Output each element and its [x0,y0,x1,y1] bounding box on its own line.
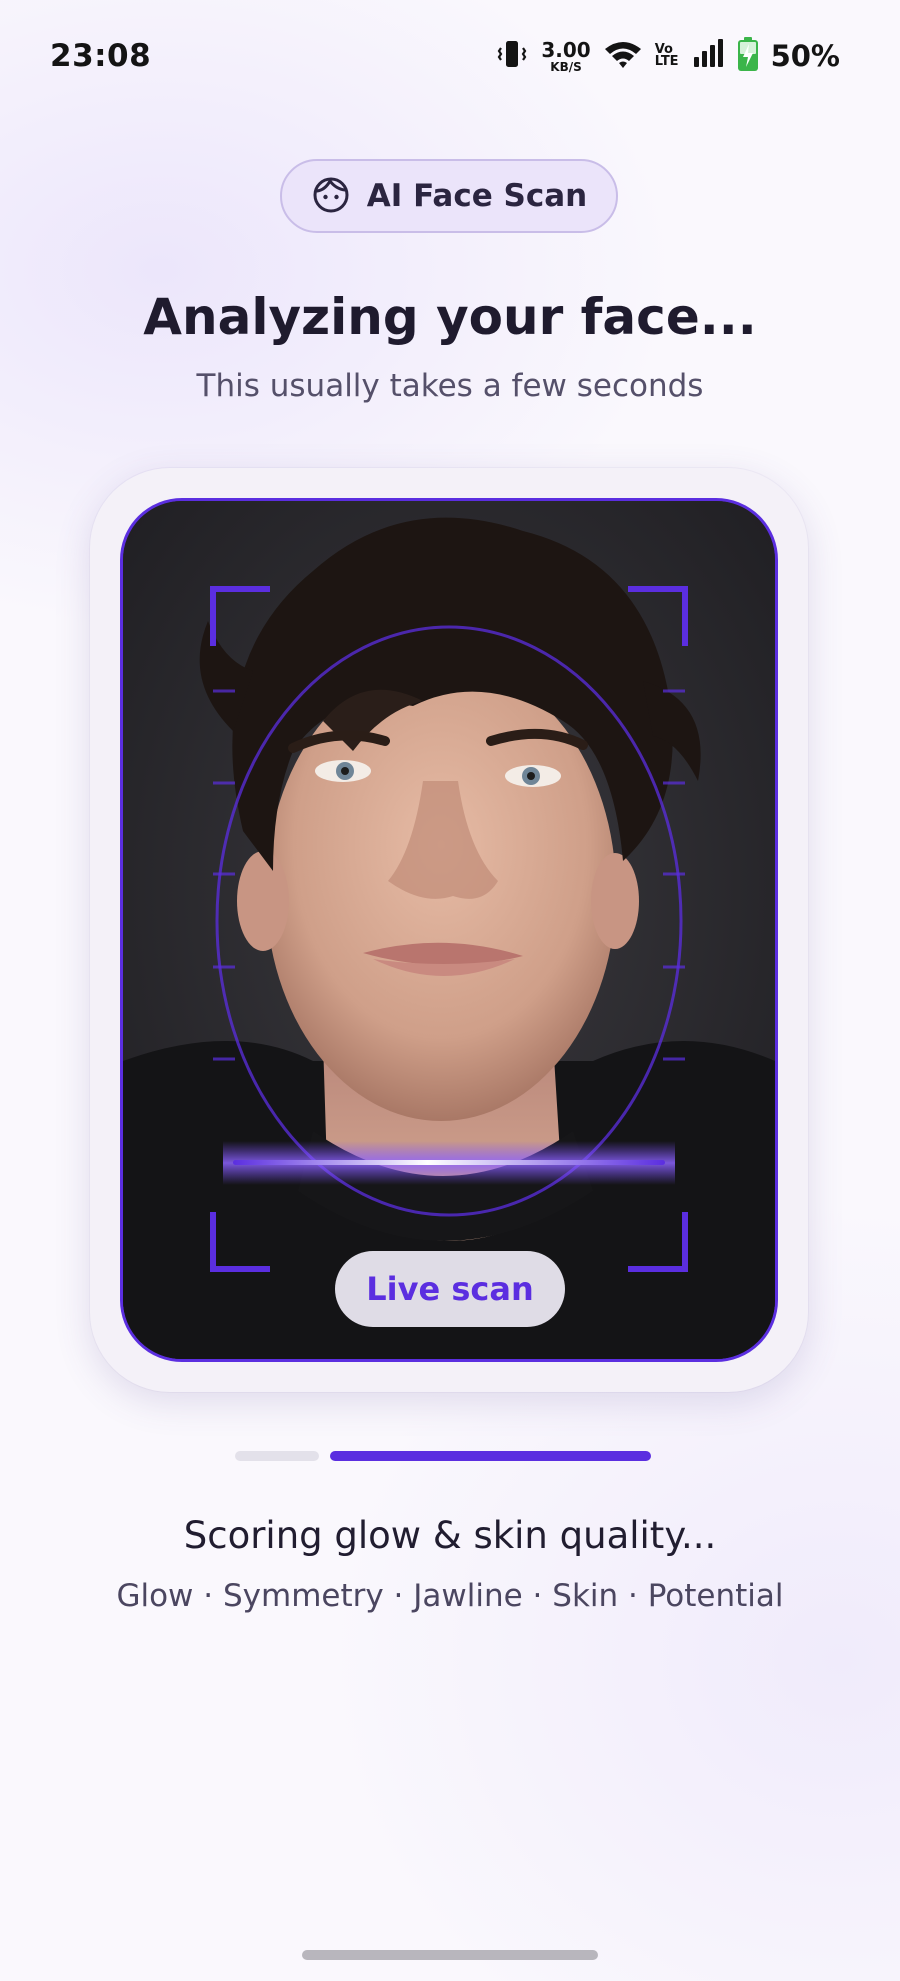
live-scan-label: Live scan [366,1270,534,1308]
page-subtitle: This usually takes a few seconds [196,368,704,404]
current-step-label: Scoring glow & skin quality... [183,1514,717,1557]
face-photo [123,501,775,1359]
vibrate-icon [495,37,529,75]
net-speed-value: 3.00 [541,37,591,62]
page-title: Analyzing your face... [143,288,757,346]
status-bar: 23:08 3.00 KB/S Vo LTE 50% [0,0,900,115]
face-icon [311,174,351,218]
volte-indicator: Vo LTE [654,42,679,69]
live-scan-badge: Live scan [335,1251,565,1327]
home-indicator[interactable] [302,1950,598,1960]
battery-charging-icon [737,36,759,76]
battery-percent: 50% [770,39,840,73]
net-speed-unit: KB/S [550,59,582,74]
status-time: 23:08 [50,38,152,74]
status-icons: 3.00 KB/S Vo LTE 50% [495,36,840,76]
volte-bottom: LTE [654,54,679,69]
signal-icon [691,37,725,75]
progress-step-1 [235,1451,319,1461]
progress-indicator [235,1451,651,1461]
pill-label: AI Face Scan [366,178,588,214]
metrics-list: Glow · Symmetry · Jawline · Skin · Poten… [116,1578,784,1614]
wifi-icon [603,37,643,75]
progress-step-2 [330,1451,651,1461]
network-speed: 3.00 KB/S [541,40,590,73]
camera-preview [120,498,778,1362]
ai-face-scan-badge: AI Face Scan [280,159,618,233]
